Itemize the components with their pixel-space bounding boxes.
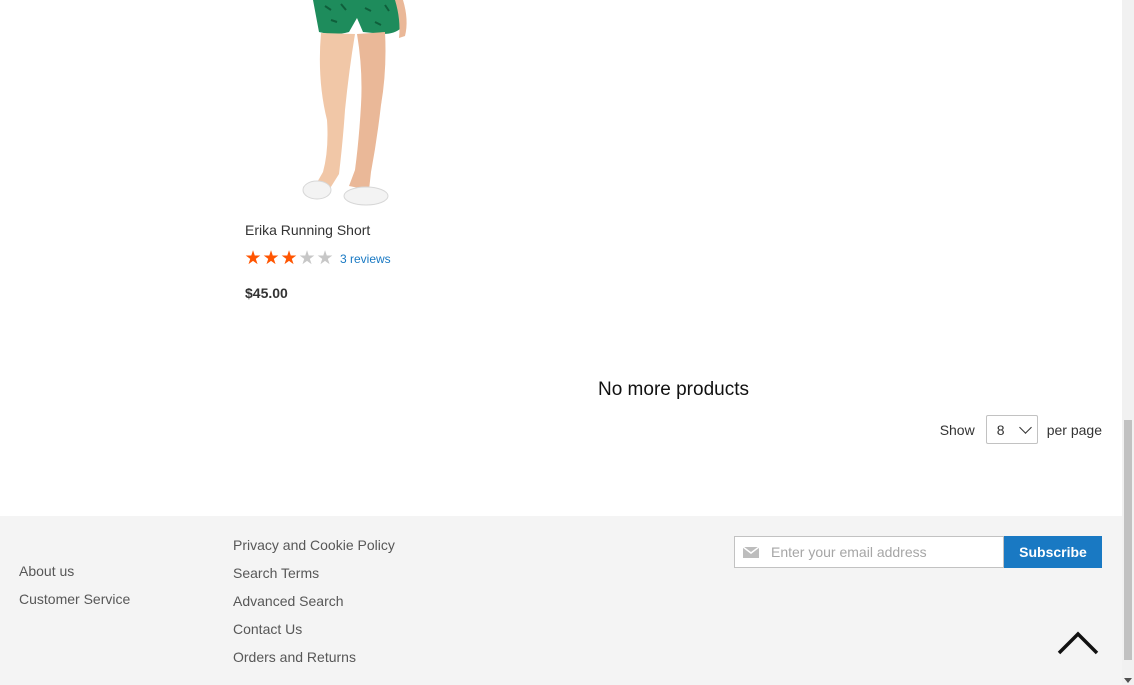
product-price: $45.00 <box>245 285 288 301</box>
scrollbar-thumb[interactable] <box>1124 420 1132 660</box>
newsletter-email-input[interactable] <box>769 543 993 561</box>
page-limiter: Show 8 per page <box>940 415 1102 444</box>
back-to-top-button[interactable] <box>1056 630 1100 656</box>
product-rating: ★ ★ ★ ★ ★ 3 reviews <box>244 248 391 270</box>
product-name-link[interactable]: Erika Running Short <box>245 222 370 238</box>
footer-link-search-terms[interactable]: Search Terms <box>233 559 395 587</box>
envelope-icon <box>743 546 759 558</box>
no-more-products-message: No more products <box>597 379 749 400</box>
star-icon: ★ <box>244 248 262 269</box>
footer-link-contact-us[interactable]: Contact Us <box>233 615 395 643</box>
newsletter-form: Subscribe <box>734 536 1102 568</box>
star-icon: ★ <box>316 248 334 269</box>
rating-stars: ★ ★ ★ ★ ★ <box>244 248 334 270</box>
subscribe-button[interactable]: Subscribe <box>1004 536 1102 568</box>
limiter-per-page-label: per page <box>1046 421 1102 438</box>
footer-link-customer-service[interactable]: Customer Service <box>19 585 130 613</box>
footer-link-orders-returns[interactable]: Orders and Returns <box>233 643 395 671</box>
footer-links-column-1: About us Customer Service <box>19 557 130 613</box>
per-page-value: 8 <box>996 421 1005 438</box>
email-field <box>734 536 1004 568</box>
page-scrollbar[interactable] <box>1122 0 1134 685</box>
reviews-link[interactable]: 3 reviews <box>340 252 391 266</box>
scroll-down-arrow-icon[interactable] <box>1124 678 1132 683</box>
footer-link-advanced-search[interactable]: Advanced Search <box>233 587 395 615</box>
product-image[interactable] <box>245 0 460 213</box>
footer-links-column-2: Privacy and Cookie Policy Search Terms A… <box>233 531 395 671</box>
limiter-show-label: Show <box>939 421 975 438</box>
page-footer: About us Customer Service Privacy and Co… <box>0 516 1122 685</box>
star-icon: ★ <box>262 248 280 269</box>
star-icon: ★ <box>280 248 298 269</box>
star-icon: ★ <box>298 248 316 269</box>
footer-link-about-us[interactable]: About us <box>19 557 130 585</box>
per-page-select[interactable]: 8 <box>985 415 1038 444</box>
chevron-up-icon <box>1057 631 1099 655</box>
footer-link-privacy[interactable]: Privacy and Cookie Policy <box>233 531 395 559</box>
chevron-down-icon <box>1018 420 1032 434</box>
